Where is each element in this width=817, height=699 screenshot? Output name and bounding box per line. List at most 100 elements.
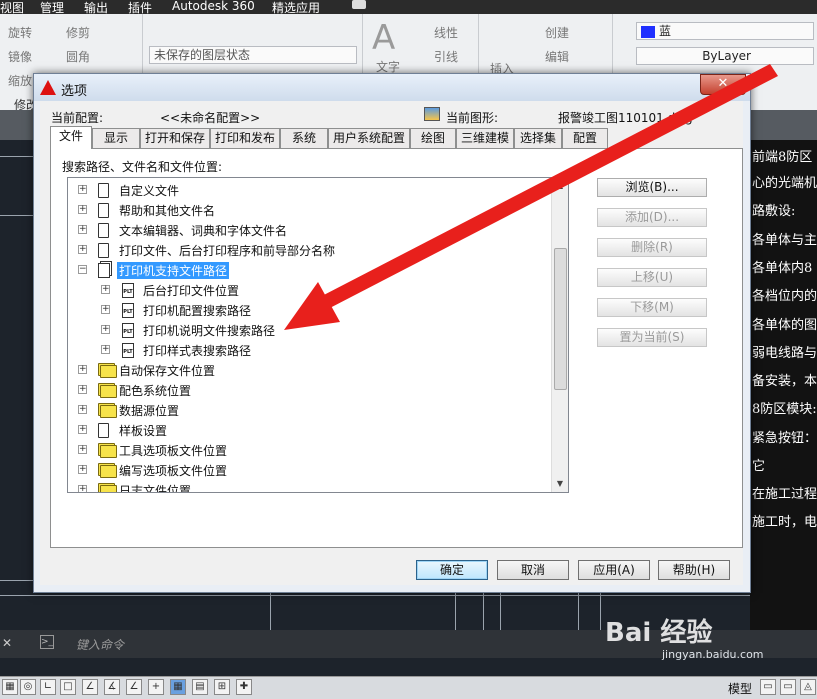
tree-item-color-book-location[interactable]: + 配色系统位置 <box>68 380 548 400</box>
remove-button[interactable]: 删除(R) <box>597 238 707 257</box>
ortho-icon[interactable]: ∟ <box>40 679 56 695</box>
tab-system[interactable]: 系统 <box>280 128 328 148</box>
tree-item-print-files[interactable]: + 打印文件、后台打印程序和前导部分名称 <box>68 240 548 260</box>
command-prompt-icon[interactable]: >_ <box>40 635 54 649</box>
tab-files[interactable]: 文件 <box>50 126 92 149</box>
create-block-button[interactable]: 创建 <box>545 24 569 41</box>
expand-icon[interactable]: + <box>78 205 87 214</box>
app-menu-icon[interactable] <box>352 0 366 9</box>
current-drawing-value: 报警竣工图110101.dwg <box>558 111 693 125</box>
expand-icon[interactable]: + <box>101 285 110 294</box>
tab-profiles[interactable]: 配置 <box>562 128 608 148</box>
expand-icon[interactable]: + <box>78 405 87 414</box>
move-up-button[interactable]: 上移(U) <box>597 268 707 287</box>
tab-plot-publish[interactable]: 打印和发布 <box>210 128 280 148</box>
tree-scrollbar[interactable]: ▲ ▼ <box>551 178 568 492</box>
sc-icon[interactable]: ✚ <box>236 679 252 695</box>
tree-item-template-settings[interactable]: + 样板设置 <box>68 420 548 440</box>
tree-item-tool-palettes-location[interactable]: + 工具选项板文件位置 <box>68 440 548 460</box>
expand-icon[interactable]: + <box>101 305 110 314</box>
tree-item-data-source-location[interactable]: + 数据源位置 <box>68 400 548 420</box>
tree-item-log-file-location[interactable]: + 日志文件位置 <box>68 480 548 492</box>
scroll-up-icon[interactable]: ▲ <box>552 178 568 194</box>
file-icon <box>98 423 109 438</box>
scrollbar-thumb[interactable] <box>554 248 567 390</box>
ok-button[interactable]: 确定 <box>416 560 488 580</box>
close-button[interactable]: ✕ <box>700 74 746 95</box>
command-input[interactable]: 键入命令 <box>76 636 124 653</box>
snap-icon[interactable]: ◎ <box>20 679 36 695</box>
linetype-combo[interactable]: ByLayer <box>636 47 814 65</box>
tab-selection[interactable]: 选择集 <box>514 128 562 148</box>
dialog-title-bar[interactable]: 选项 ✕ <box>34 74 750 101</box>
linear-dim-button[interactable]: 线性 <box>434 24 458 41</box>
qp-icon[interactable]: ⊞ <box>214 679 230 695</box>
expand-icon[interactable]: + <box>78 225 87 234</box>
expand-icon[interactable]: + <box>78 445 87 454</box>
set-current-button[interactable]: 置为当前(S) <box>597 328 707 347</box>
tree-item-printer-support-path[interactable]: − 打印机支持文件路径 <box>68 260 548 280</box>
rotate-button[interactable]: 旋转 <box>8 24 32 41</box>
file-icon <box>98 243 109 258</box>
lweight-icon[interactable]: ▦ <box>170 679 186 695</box>
help-button[interactable]: 帮助(H) <box>658 560 730 580</box>
apply-button[interactable]: 应用(A) <box>578 560 650 580</box>
layout-icon[interactable]: ▭ <box>760 679 776 695</box>
text-icon[interactable]: A <box>372 18 395 58</box>
expand-icon[interactable]: + <box>78 385 87 394</box>
tree-item-printer-config-path[interactable]: + PLT 打印机配置搜索路径 <box>68 300 548 320</box>
expand-icon[interactable]: + <box>78 185 87 194</box>
tree-item-printer-description-path[interactable]: + PLT 打印机说明文件搜索路径 <box>68 320 548 340</box>
expand-icon[interactable]: + <box>101 345 110 354</box>
tree-item-autosave-location[interactable]: + 自动保存文件位置 <box>68 360 548 380</box>
fillet-button[interactable]: 圆角 <box>66 48 90 65</box>
files-tab-panel: 搜索路径、文件名和文件位置: + 自定义文件 + 帮助和其他文件名 + 文本编辑… <box>50 148 743 548</box>
leader-button[interactable]: 引线 <box>434 48 458 65</box>
add-button[interactable]: 添加(D)... <box>597 208 707 227</box>
tab-display[interactable]: 显示 <box>92 128 140 148</box>
scale-button[interactable]: 缩放 <box>8 72 32 89</box>
expand-icon[interactable]: + <box>101 325 110 334</box>
model-space-label[interactable]: 模型 <box>728 680 752 697</box>
cancel-button[interactable]: 取消 <box>497 560 569 580</box>
layout-icon[interactable]: ▭ <box>780 679 796 695</box>
otrack-icon[interactable]: ∡ <box>104 679 120 695</box>
osnap-icon[interactable]: ∠ <box>82 679 98 695</box>
annotation-scale-icon[interactable]: ◬ <box>800 679 816 695</box>
menu-autodesk360[interactable]: Autodesk 360 <box>172 0 255 13</box>
note-line: 备安装，本 <box>752 374 817 389</box>
expand-icon[interactable]: + <box>78 245 87 254</box>
layer-state-combo[interactable]: 未保存的图层状态 <box>149 46 357 64</box>
expand-icon[interactable]: + <box>78 485 87 492</box>
color-combo[interactable]: 蓝 <box>636 22 814 40</box>
dyn-icon[interactable]: + <box>148 679 164 695</box>
scroll-down-icon[interactable]: ▼ <box>552 476 568 492</box>
current-drawing-label: 当前图形: <box>446 111 499 125</box>
mirror-button[interactable]: 镜像 <box>8 48 32 65</box>
tree-item-text-editor-files[interactable]: + 文本编辑器、词典和字体文件名 <box>68 220 548 240</box>
ducs-icon[interactable]: ∠ <box>126 679 142 695</box>
expand-icon[interactable]: + <box>78 425 87 434</box>
tab-open-save[interactable]: 打开和保存 <box>140 128 210 148</box>
tpy-icon[interactable]: ▤ <box>192 679 208 695</box>
grid-icon[interactable]: ▦ <box>2 679 18 695</box>
tree-item-help-files[interactable]: + 帮助和其他文件名 <box>68 200 548 220</box>
tree-item-customization-files[interactable]: + 自定义文件 <box>68 180 548 200</box>
move-down-button[interactable]: 下移(M) <box>597 298 707 317</box>
tab-drafting[interactable]: 绘图 <box>410 128 456 148</box>
polar-icon[interactable]: □ <box>60 679 76 695</box>
close-icon[interactable]: ✕ <box>2 636 12 650</box>
tab-3d-modeling[interactable]: 三维建模 <box>456 128 514 148</box>
trim-button[interactable]: 修剪 <box>66 24 90 41</box>
search-paths-tree[interactable]: + 自定义文件 + 帮助和其他文件名 + 文本编辑器、词典和字体文件名 + 打印… <box>67 177 569 493</box>
tab-user-preferences[interactable]: 用户系统配置 <box>328 128 410 148</box>
tree-item-authoring-palettes-location[interactable]: + 编写选项板文件位置 <box>68 460 548 480</box>
tree-item-plot-style-path[interactable]: + PLT 打印样式表搜索路径 <box>68 340 548 360</box>
tree-item-print-spooler-location[interactable]: + PLT 后台打印文件位置 <box>68 280 548 300</box>
drawing-line <box>270 590 271 630</box>
edit-block-button[interactable]: 编辑 <box>545 48 569 65</box>
browse-button[interactable]: 浏览(B)... <box>597 178 707 197</box>
collapse-icon[interactable]: − <box>78 265 87 274</box>
expand-icon[interactable]: + <box>78 365 87 374</box>
expand-icon[interactable]: + <box>78 465 87 474</box>
